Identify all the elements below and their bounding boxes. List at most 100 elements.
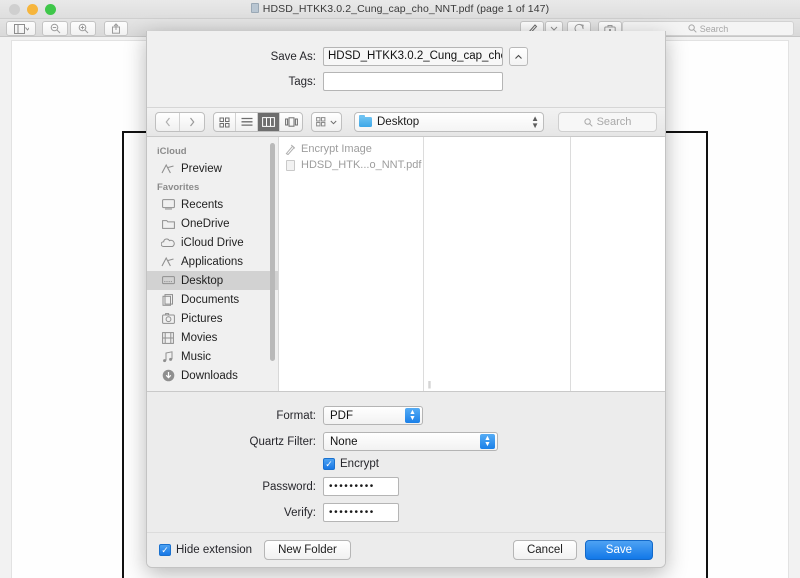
sidebar-item-pictures[interactable]: Pictures (147, 309, 278, 328)
password-label: Password: (262, 480, 316, 493)
sidebar-toggle-icon[interactable] (6, 21, 36, 36)
file-browser: iCloud Preview Favorites Recents OneDriv… (147, 137, 665, 392)
encrypt-label: Encrypt (340, 458, 379, 470)
forward-button[interactable] (180, 113, 204, 131)
file-column-1[interactable]: Encrypt Image HDSD_HTK...o_NNT.pdf (279, 137, 424, 391)
stepper-arrows-icon: ▲ ▼ (531, 114, 539, 130)
browser-search-field[interactable]: Search (558, 112, 657, 132)
password-row: Password: ••••••••• (147, 477, 665, 496)
format-popup-button[interactable]: PDF ▲ ▼ (323, 406, 423, 425)
hide-extension-label: Hide extension (176, 544, 253, 556)
save-as-input[interactable]: HDSD_HTKK3.0.2_Cung_cap_cho_NNT (323, 47, 503, 66)
folder-icon (161, 217, 175, 231)
hide-extension-control[interactable]: ✓ Hide extension (159, 544, 252, 556)
cancel-button[interactable]: Cancel (512, 540, 577, 560)
list-item-label: HDSD_HTK...o_NNT.pdf (301, 159, 422, 171)
applications-icon (161, 255, 175, 269)
sidebar-item-label: Pictures (181, 312, 223, 325)
sidebar-item-documents[interactable]: Documents (147, 290, 278, 309)
brush-icon (285, 143, 296, 155)
sidebar-item-desktop[interactable]: Desktop (147, 271, 278, 290)
verify-row: Verify: ••••••••• (147, 503, 665, 522)
sidebar-item-label: iCloud Drive (181, 236, 244, 249)
list-item-label: Encrypt Image (301, 143, 372, 155)
desktop-icon (161, 274, 175, 288)
sidebar-section-icloud-title: iCloud (157, 146, 187, 157)
sidebar-item-applications[interactable]: Applications (147, 252, 278, 271)
save-dialog: Save As: HDSD_HTKK3.0.2_Cung_cap_cho_NNT… (146, 31, 666, 568)
folder-icon (359, 115, 372, 127)
save-dialog-header: Save As: HDSD_HTKK3.0.2_Cung_cap_cho_NNT… (147, 31, 665, 107)
sidebar-item-label: OneDrive (181, 217, 230, 230)
sidebar-item-label: Documents (181, 293, 240, 306)
sidebar-item-label: Desktop (181, 274, 224, 287)
save-as-label: Save As: (270, 50, 316, 63)
list-item[interactable]: Encrypt Image (279, 141, 423, 157)
sidebar-item-label: Applications (181, 255, 244, 268)
sidebar-item-label: Music (181, 350, 212, 363)
window-titlebar: HDSD_HTKK3.0.2_Cung_cap_cho_NNT.pdf (pag… (0, 0, 800, 19)
sidebar-item-downloads[interactable]: Downloads (147, 366, 278, 385)
quartz-filter-popup-value: None (330, 435, 358, 448)
hide-extension-checkbox[interactable]: ✓ (159, 544, 171, 556)
dialog-footer: ✓ Hide extension New Folder Cancel Save (147, 532, 665, 567)
zoom-in-icon[interactable] (70, 21, 96, 36)
password-input[interactable]: ••••••••• (323, 477, 399, 496)
browser-search-placeholder: Search (596, 116, 632, 128)
file-column-2[interactable] (424, 137, 571, 391)
pdf-document-icon (285, 159, 296, 171)
format-popup-value: PDF (330, 409, 353, 422)
pictures-icon (161, 312, 175, 326)
quartz-filter-popup-button[interactable]: None ▲ ▼ (323, 432, 498, 451)
share-icon[interactable] (104, 21, 128, 36)
sidebar-item-label: Downloads (181, 369, 238, 382)
stepper-arrows-icon: ▲ ▼ (480, 434, 495, 449)
encrypt-row: ✓ Encrypt (147, 458, 665, 470)
group-by-button[interactable] (311, 112, 342, 132)
path-popup-button[interactable]: Desktop ▲ ▼ (354, 112, 544, 132)
zoom-out-icon[interactable] (42, 21, 68, 36)
save-as-row: Save As: HDSD_HTKK3.0.2_Cung_cap_cho_NNT (147, 47, 665, 66)
sidebar-item-label: Preview (181, 162, 222, 175)
preview-app-icon (161, 162, 175, 176)
documents-icon (161, 293, 175, 307)
music-icon (161, 350, 175, 364)
column-resize-handle[interactable]: || (422, 377, 436, 391)
sidebar-scrollbar[interactable] (270, 143, 275, 361)
document-icon (250, 2, 259, 13)
stepper-arrows-icon: ▲ ▼ (405, 408, 420, 423)
sidebar-item-preview[interactable]: Preview (147, 159, 278, 178)
window-title: HDSD_HTKK3.0.2_Cung_cap_cho_NNT.pdf (pag… (0, 0, 800, 19)
sidebar-item-onedrive[interactable]: OneDrive (147, 214, 278, 233)
collapse-chevron-up-icon[interactable] (509, 47, 528, 66)
file-column-3[interactable] (571, 137, 665, 391)
gallery-view-button[interactable] (280, 113, 302, 131)
back-button[interactable] (156, 113, 180, 131)
new-folder-button[interactable]: New Folder (264, 540, 351, 560)
list-view-button[interactable] (236, 113, 258, 131)
column-view-button[interactable] (258, 113, 280, 131)
downloads-icon (161, 369, 175, 383)
group-by-icon (316, 116, 326, 126)
view-mode-segment (213, 112, 303, 132)
encrypt-checkbox[interactable]: ✓ (323, 458, 335, 470)
window-title-text: HDSD_HTKK3.0.2_Cung_cap_cho_NNT.pdf (pag… (262, 2, 550, 15)
icon-view-button[interactable] (214, 113, 236, 131)
save-button[interactable]: Save (584, 540, 653, 560)
list-item[interactable]: HDSD_HTK...o_NNT.pdf (279, 157, 423, 173)
quartz-filter-row: Quartz Filter: None ▲ ▼ (147, 432, 665, 451)
sidebar-item-icloud-drive[interactable]: iCloud Drive (147, 233, 278, 252)
sidebar-item-music[interactable]: Music (147, 347, 278, 366)
tags-row: Tags: (147, 72, 665, 91)
sidebar-item-label: Movies (181, 331, 218, 344)
file-browser-navbar: Desktop ▲ ▼ Search (147, 107, 665, 137)
movies-icon (161, 331, 175, 345)
format-label: Format: (276, 409, 316, 422)
sidebar-item-movies[interactable]: Movies (147, 328, 278, 347)
sidebar-item-recents[interactable]: Recents (147, 195, 278, 214)
tags-input[interactable] (323, 72, 503, 91)
path-popup-label: Desktop (377, 116, 420, 128)
footer-actions: Cancel Save (512, 540, 653, 560)
verify-label: Verify: (284, 506, 316, 519)
verify-input[interactable]: ••••••••• (323, 503, 399, 522)
